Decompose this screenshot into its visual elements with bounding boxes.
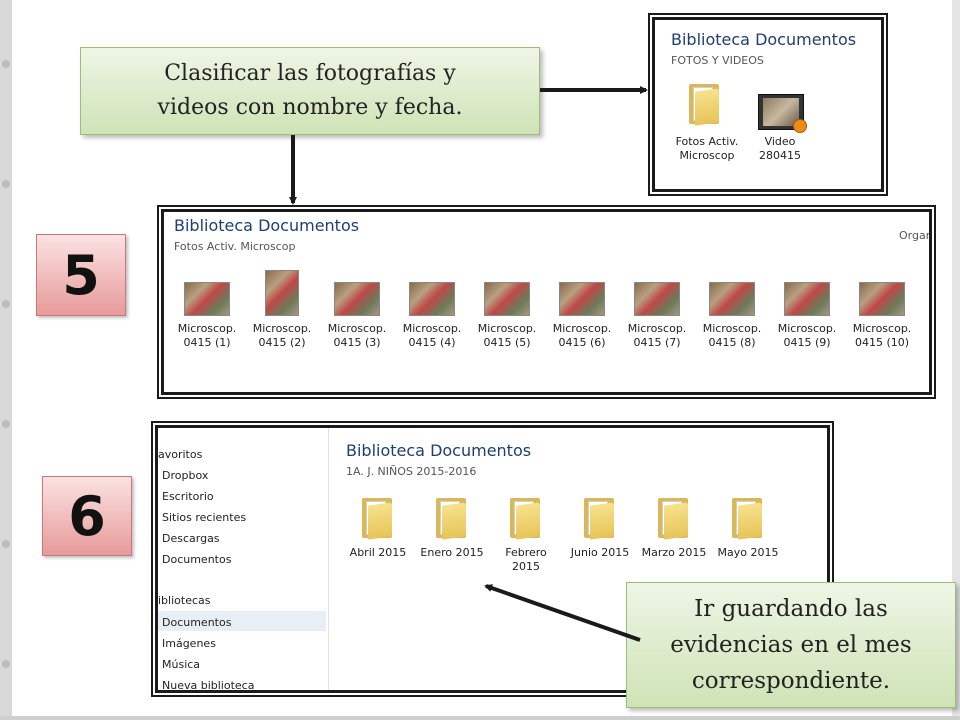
arrows-layer [289, 86, 648, 642]
arrow-to-folders [484, 584, 641, 642]
